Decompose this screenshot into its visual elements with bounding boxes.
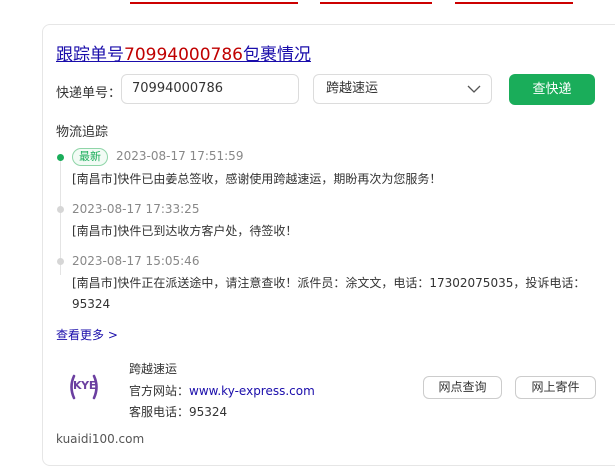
official-site-link[interactable]: www.ky-express.com: [189, 384, 315, 398]
online-shipping-button[interactable]: 网上寄件: [515, 376, 596, 399]
cropped-link-underline[interactable]: [320, 2, 432, 4]
source-domain[interactable]: kuaidi100.com: [56, 432, 144, 446]
service-phone-label: 客服电话：: [129, 405, 190, 419]
event-description: [南昌市]快件已到达收方客户处，待签收！: [72, 224, 298, 238]
tracking-section-label: 物流追踪: [56, 125, 109, 140]
title-tracking-number: 70994000786: [124, 45, 243, 65]
view-more-link[interactable]: 查看更多 >: [56, 326, 118, 343]
event-description: [南昌市]快件正在派送途中，请注意查收！派件员：涂文文，电话：173020750…: [72, 276, 586, 311]
top-cropped-strip: [0, 0, 615, 8]
kye-logo-text: KYE: [72, 379, 97, 392]
service-phone-number: 95324: [189, 405, 228, 419]
event-description: [南昌市]快件已由姜总签收，感谢使用跨越速运，期盼再次为您服务！: [72, 172, 442, 186]
title-suffix: 包裹情况: [242, 45, 311, 65]
branch-query-button[interactable]: 网点查询: [423, 376, 502, 399]
latest-badge: 最新: [72, 148, 108, 166]
tracking-number-label: 快递单号：: [56, 86, 122, 101]
official-site-label: 官方网站：: [129, 384, 190, 398]
official-site-row: 官方网站：www.ky-express.com: [129, 382, 315, 399]
query-express-button[interactable]: 查快递: [509, 74, 595, 105]
event-time: 2023-08-17 17:33:25: [72, 202, 200, 216]
cropped-link-underline[interactable]: [130, 2, 298, 4]
service-phone-row: 客服电话：95324: [129, 403, 227, 420]
courier-company-selected: 跨越速运: [326, 81, 379, 96]
timeline-dot: [57, 206, 64, 213]
timeline-dot-active: [57, 154, 64, 161]
courier-company-select[interactable]: 跨越速运: [313, 74, 492, 104]
event-time: 2023-08-17 15:05:46: [72, 254, 200, 268]
tracking-number-input[interactable]: 70994000786: [121, 74, 299, 104]
chevron-down-icon: [467, 85, 481, 93]
title-prefix: 跟踪单号: [56, 45, 124, 65]
courier-company-name: 跨越速运: [129, 362, 178, 376]
event-time: 2023-08-17 17:51:59: [116, 149, 244, 163]
timeline-dot: [57, 258, 64, 265]
result-title[interactable]: 跟踪单号70994000786包裹情况: [56, 40, 311, 65]
cropped-link-underline[interactable]: [455, 2, 573, 4]
